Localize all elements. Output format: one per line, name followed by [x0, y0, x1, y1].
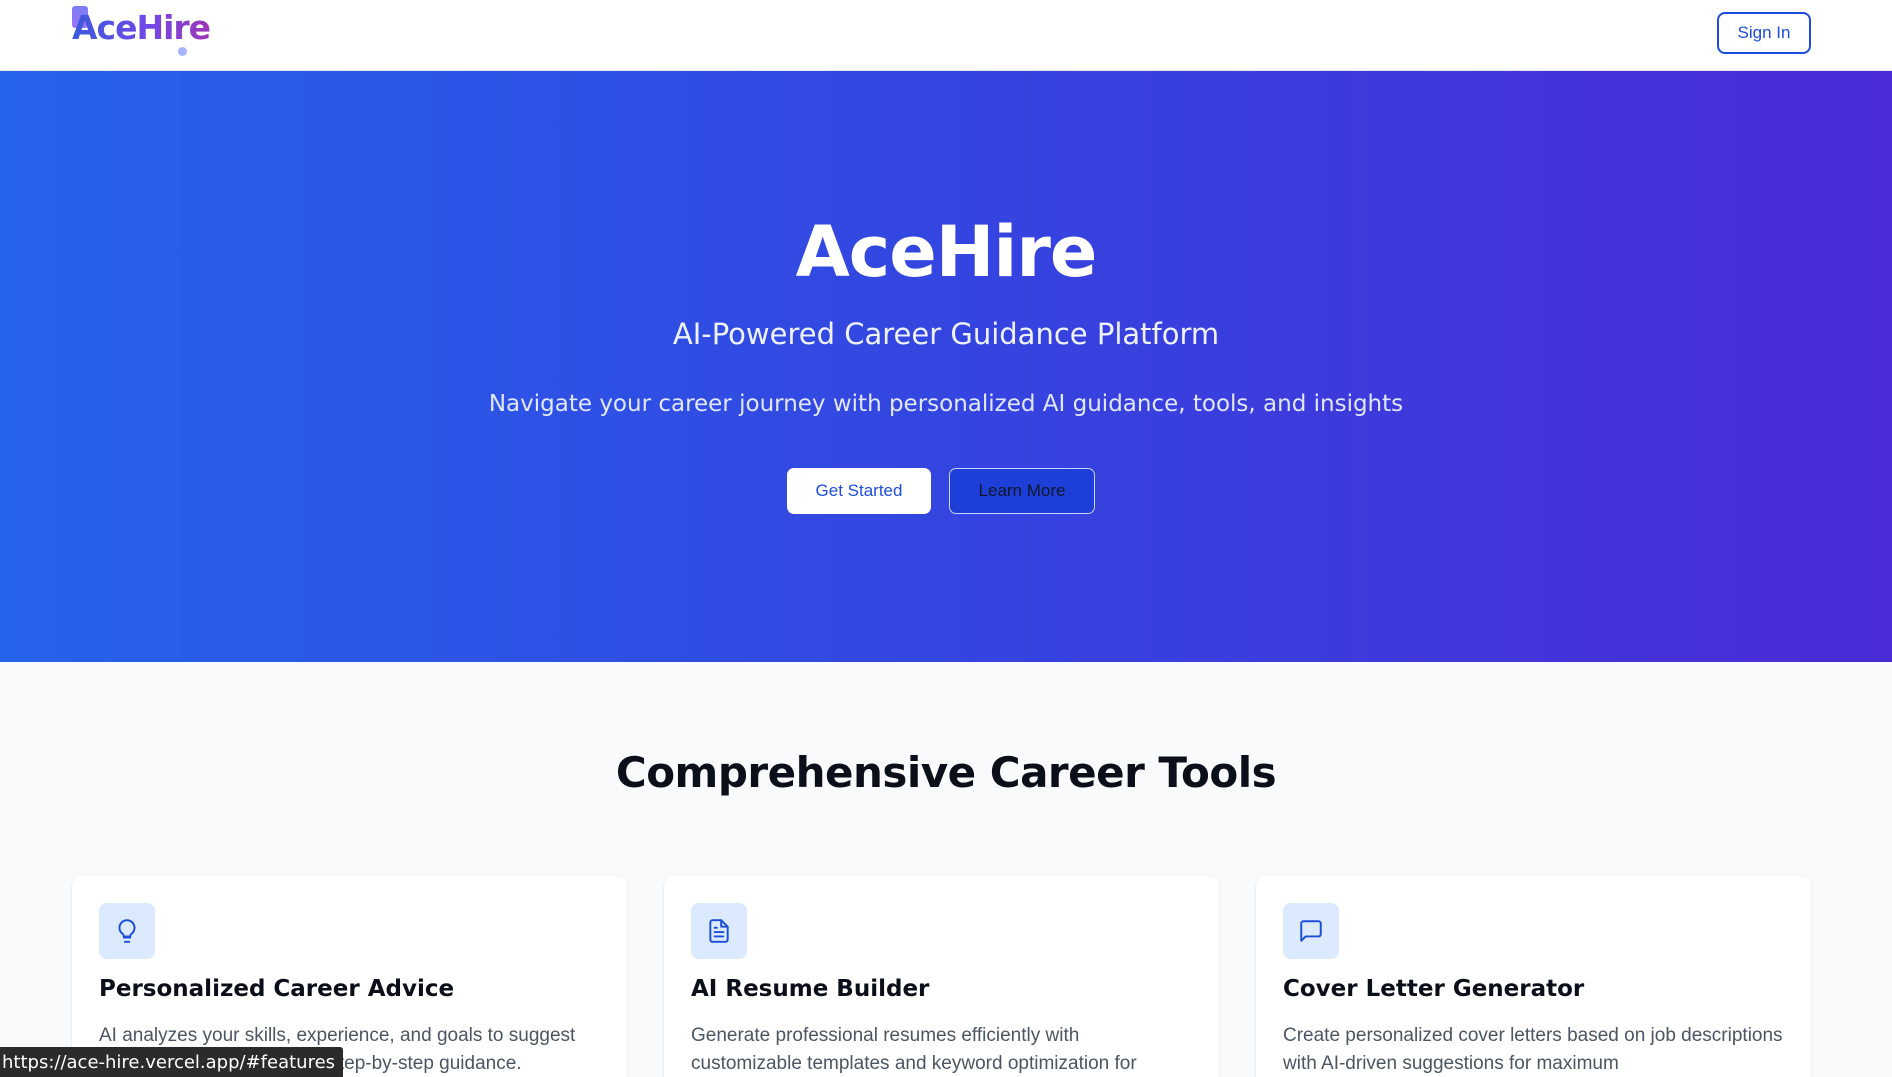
feature-card-resume-builder[interactable]: AI Resume Builder Generate professional …	[664, 876, 1219, 1077]
lightbulb-icon	[99, 903, 155, 959]
acehire-logo[interactable]: AceHire	[72, 2, 212, 58]
hero-subtitle: AI-Powered Career Guidance Platform	[672, 317, 1220, 351]
logo-dot-icon	[178, 47, 187, 56]
card-description: Generate professional resumes efficientl…	[691, 1025, 1137, 1074]
document-icon	[691, 903, 747, 959]
chat-bubble-icon	[1283, 903, 1339, 959]
sign-in-button[interactable]: Sign In	[1717, 12, 1811, 54]
card-title: AI Resume Builder	[691, 976, 930, 1002]
get-started-button[interactable]: Get Started	[787, 468, 931, 514]
logo-text: AceHire	[72, 8, 211, 47]
card-description: Create personalized cover letters based …	[1283, 1025, 1783, 1074]
features-heading: Comprehensive Career Tools	[615, 748, 1277, 797]
feature-card-cover-letter[interactable]: Cover Letter Generator Create personaliz…	[1256, 876, 1811, 1077]
card-title: Cover Letter Generator	[1283, 976, 1585, 1002]
hero-tagline: Navigate your career journey with person…	[488, 391, 1404, 417]
card-title: Personalized Career Advice	[99, 976, 455, 1002]
card-description-line-1: AI analyzes your skills, experience, and…	[99, 1025, 576, 1046]
learn-more-button[interactable]: Learn More	[949, 468, 1095, 514]
hero-section: AceHire AI-Powered Career Guidance Platf…	[0, 71, 1892, 662]
hero-title: AceHire	[795, 211, 1098, 293]
status-bar-url: https://ace-hire.vercel.app/#features	[0, 1047, 344, 1077]
top-nav-bar: AceHire Sign In	[0, 0, 1892, 71]
